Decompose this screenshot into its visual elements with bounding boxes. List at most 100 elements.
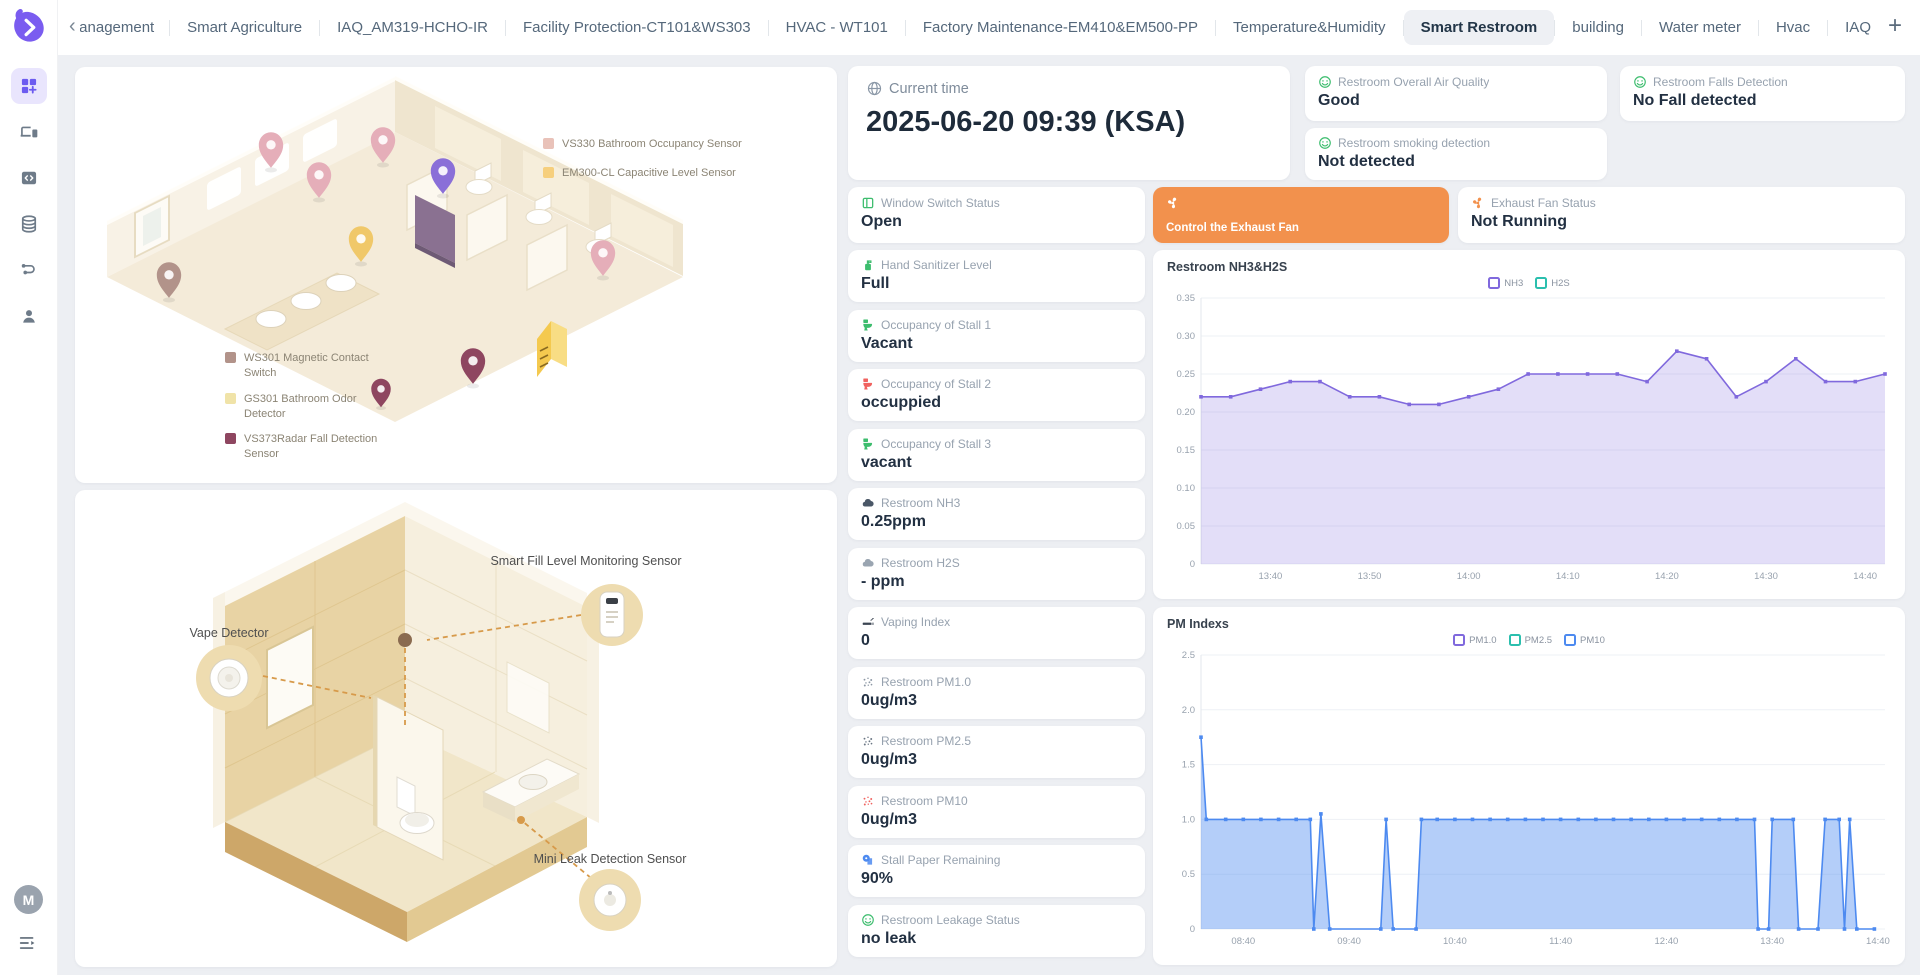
add-tab-button[interactable]: +: [1888, 14, 1902, 38]
tile-value: Not Running: [1471, 213, 1892, 231]
svg-text:0.15: 0.15: [1177, 445, 1196, 456]
sensor-label: Restroom NH3: [881, 496, 960, 510]
vape-detector-icon: [196, 645, 262, 711]
products-icon: [19, 168, 39, 188]
dust-icon: [861, 794, 875, 808]
air-quality-card: Restroom Overall Air Quality Good: [1305, 66, 1607, 121]
legend-label: EM300-CL Capacitive Level Sensor: [562, 166, 736, 181]
tab-hvac[interactable]: Hvac: [1759, 10, 1827, 45]
sensor-tile-stall-paper-remaining: Stall Paper Remaining90%: [848, 845, 1145, 897]
sensor-tile-restroom-pm10: Restroom PM10 0ug/m3: [848, 786, 1145, 838]
nh3-h2s-chart-card: Restroom NH3&H2S NH3H2S 00.050.100.150.2…: [1153, 250, 1905, 599]
sensor-value: 0ug/m3: [861, 811, 1132, 829]
svg-text:0.35: 0.35: [1177, 293, 1196, 304]
chart-title: PM Indexs: [1153, 607, 1905, 631]
sensor-label: Restroom PM10: [881, 794, 968, 808]
sidebar-nav: [0, 68, 57, 344]
sensor-value: 0ug/m3: [861, 751, 1132, 769]
sensor-label: Occupancy of Stall 1: [881, 318, 991, 332]
cig-icon: [861, 615, 875, 629]
sidebar-item-dashboards[interactable]: [11, 68, 47, 104]
tab-label: building: [1572, 19, 1624, 36]
tab-water-meter[interactable]: Water meter: [1642, 10, 1758, 45]
tab-management[interactable]: Management: [80, 10, 169, 45]
tab-factory-maintenance-em410-em500-pp[interactable]: Factory Maintenance-EM410&EM500-PP: [906, 10, 1215, 45]
sensor-value: 90%: [861, 870, 1132, 888]
tab-temperature-humidity[interactable]: Temperature&Humidity: [1216, 10, 1403, 45]
tab-label: Temperature&Humidity: [1233, 19, 1386, 36]
legend-label: GS301 Bathroom Odor Detector: [244, 392, 384, 422]
control-exhaust-fan-button[interactable]: Control the Exhaust Fan: [1153, 187, 1449, 243]
sensor-tile-restroom-pm1-0: Restroom PM1.00ug/m3: [848, 667, 1145, 719]
bottle-icon: [861, 258, 875, 272]
tab-building[interactable]: building: [1555, 10, 1641, 45]
tab-facility-protection-ct101-ws303[interactable]: Facility Protection-CT101&WS303: [506, 10, 768, 45]
sidebar: M: [0, 0, 58, 975]
sensor-value: 0.25ppm: [861, 513, 1132, 531]
legend-swatch: [543, 167, 554, 178]
leak-sensor-label: Mini Leak Detection Sensor: [475, 852, 745, 866]
tab-smart-restroom[interactable]: Smart Restroom: [1404, 10, 1555, 45]
toilet-icon: [861, 437, 875, 451]
svg-text:0.05: 0.05: [1177, 521, 1196, 532]
ceiling-sensor-dot: [398, 633, 412, 647]
legend-item-pm2-5[interactable]: PM2.5: [1509, 633, 1552, 647]
app-logo[interactable]: [10, 8, 48, 46]
sensor-label: Restroom Leakage Status: [881, 913, 1020, 927]
tab-smart-agriculture[interactable]: Smart Agriculture: [170, 10, 319, 45]
svg-text:14:30: 14:30: [1754, 571, 1778, 582]
avatar[interactable]: M: [14, 885, 43, 914]
floorplan-legend-top: VS330 Bathroom Occupancy Sensor EM300-CL…: [543, 137, 742, 181]
sensor-label: Hand Sanitizer Level: [881, 258, 992, 272]
legend-item: EM300-CL Capacitive Level Sensor: [543, 166, 742, 181]
tab-label: Smart Restroom: [1421, 19, 1538, 36]
sensor-value: 0ug/m3: [861, 692, 1132, 710]
sensor-tile-restroom-leakage-status: Restroom Leakage Statusno leak: [848, 905, 1145, 957]
sidebar-item-products[interactable]: [11, 160, 47, 196]
sidebar-item-devices[interactable]: [11, 114, 47, 150]
toilet-icon: [861, 318, 875, 332]
svg-text:12:40: 12:40: [1655, 936, 1679, 947]
svg-text:14:40: 14:40: [1853, 571, 1877, 582]
svg-text:13:50: 13:50: [1358, 571, 1382, 582]
nh3-h2s-chart: 00.050.100.150.200.250.300.3513:4013:501…: [1165, 290, 1895, 588]
legend-label: VS330 Bathroom Occupancy Sensor: [562, 137, 742, 152]
legend-label: NH3: [1504, 278, 1523, 289]
tab-label: IAQ_AM319-HCHO-IR: [337, 19, 488, 36]
legend-item: VS373Radar Fall Detection Sensor: [225, 432, 395, 462]
sensor-value: Full: [861, 275, 1132, 293]
svg-text:09:40: 09:40: [1337, 936, 1361, 947]
tab-hvac-wt101[interactable]: HVAC - WT101: [769, 10, 905, 45]
svg-text:0.30: 0.30: [1177, 331, 1196, 342]
smiley-icon: [1318, 136, 1332, 150]
logo-icon: [10, 8, 48, 46]
legend-item-pm10[interactable]: PM10: [1564, 633, 1605, 647]
smiley-icon: [1633, 75, 1647, 89]
svg-text:1.5: 1.5: [1182, 760, 1195, 771]
status-value: Not detected: [1318, 153, 1594, 171]
tab-label: Management: [80, 19, 155, 36]
sidebar-item-rule-chains[interactable]: [11, 252, 47, 288]
sidebar-item-data[interactable]: [11, 206, 47, 242]
paper-icon: [861, 853, 875, 867]
control-button-label: Control the Exhaust Fan: [1166, 222, 1436, 234]
collapse-menu-icon[interactable]: [17, 932, 39, 954]
tab-label: Smart Agriculture: [187, 19, 302, 36]
rule-chains-icon: [19, 260, 39, 280]
tab-iaq[interactable]: IAQ: [1828, 10, 1888, 45]
legend-item-pm1-0[interactable]: PM1.0: [1453, 633, 1496, 647]
cloud-icon: [861, 556, 875, 570]
sidebar-item-users[interactable]: [11, 298, 47, 334]
legend-item-nh3[interactable]: NH3: [1488, 276, 1523, 290]
chart-legend: PM1.0 PM2.5 PM10: [1153, 633, 1905, 647]
tab-label: Facility Protection-CT101&WS303: [523, 19, 751, 36]
svg-text:2.5: 2.5: [1182, 650, 1195, 661]
svg-text:13:40: 13:40: [1259, 571, 1283, 582]
dust-icon: [861, 734, 875, 748]
tabs-scroll-left-button[interactable]: ‹: [69, 15, 76, 38]
svg-text:1.0: 1.0: [1182, 814, 1195, 825]
svg-text:14:10: 14:10: [1556, 571, 1580, 582]
legend-item-h2s[interactable]: H2S: [1535, 276, 1569, 290]
pm-index-chart: 00.51.01.52.02.508:4009:4010:4011:4012:4…: [1165, 647, 1895, 953]
tab-iaq-am319-hcho-ir[interactable]: IAQ_AM319-HCHO-IR: [320, 10, 505, 45]
